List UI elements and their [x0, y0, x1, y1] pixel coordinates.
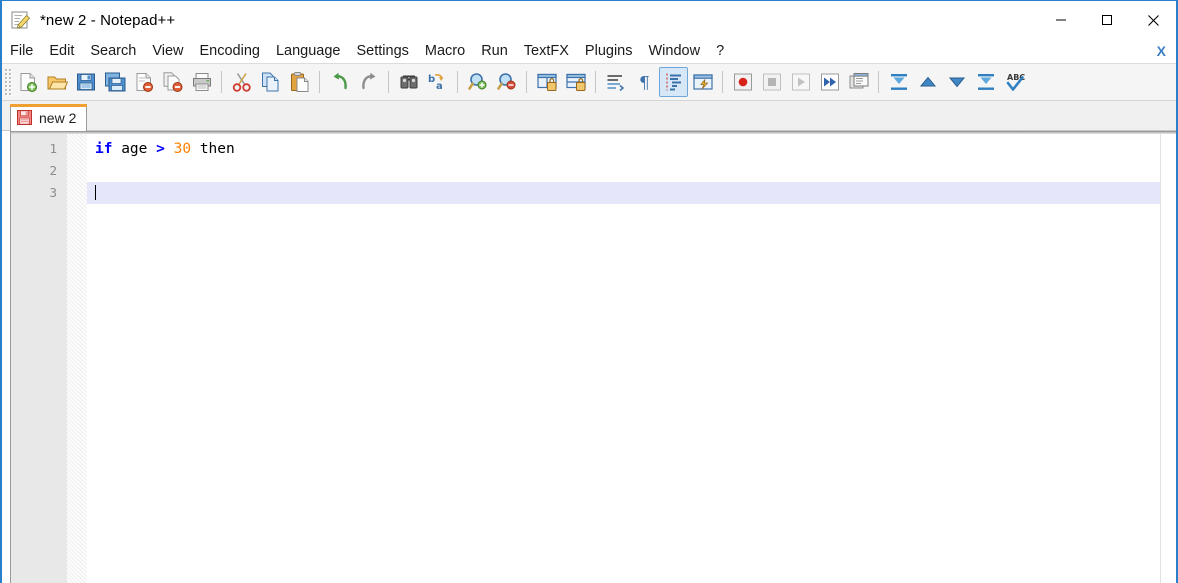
- macro-run-multiple-icon[interactable]: [815, 67, 844, 97]
- token-number-30: 30: [173, 141, 192, 157]
- close-file-icon[interactable]: [129, 67, 158, 97]
- new-file-icon[interactable]: [13, 67, 42, 97]
- spell-check-icon[interactable]: ABC: [1000, 67, 1029, 97]
- line-number: 1: [49, 141, 57, 156]
- menu-macro[interactable]: Macro: [417, 39, 473, 63]
- show-all-characters-icon[interactable]: ¶: [630, 67, 659, 97]
- svg-text:a: a: [436, 81, 443, 92]
- toolbar-separator: [388, 71, 389, 93]
- code-content[interactable]: if age > 30 then: [87, 132, 1176, 583]
- fold-level-up-icon[interactable]: [913, 67, 942, 97]
- tab-bar: new 2: [2, 101, 1176, 131]
- notepad-plus-plus-icon: [10, 9, 32, 31]
- menu-search[interactable]: Search: [82, 39, 144, 63]
- macro-play-icon[interactable]: [786, 67, 815, 97]
- toolbar-separator: [595, 71, 596, 93]
- code-line-1[interactable]: if age > 30 then: [87, 138, 1176, 160]
- close-document-button[interactable]: X: [1157, 41, 1166, 61]
- collapse-all-icon[interactable]: [884, 67, 913, 97]
- toolbar: b a ¶ ABC: [2, 64, 1176, 101]
- menu-help[interactable]: ?: [708, 39, 732, 63]
- user-defined-dialog-icon[interactable]: [688, 67, 717, 97]
- sync-vertical-scroll-icon[interactable]: [532, 67, 561, 97]
- expand-all-icon[interactable]: [971, 67, 1000, 97]
- svg-text:¶: ¶: [639, 74, 650, 94]
- close-all-files-icon[interactable]: [158, 67, 187, 97]
- menu-language[interactable]: Language: [268, 39, 349, 63]
- replace-icon[interactable]: b a: [423, 67, 452, 97]
- toolbar-separator: [878, 71, 879, 93]
- menu-view[interactable]: View: [144, 39, 191, 63]
- notepad-plus-plus-window: *new 2 - Notepad++ File Edit Search View…: [0, 0, 1178, 583]
- tab-new-2[interactable]: new 2: [10, 104, 88, 131]
- menu-file[interactable]: File: [2, 39, 41, 63]
- close-button[interactable]: [1130, 1, 1176, 39]
- minimize-button[interactable]: [1038, 1, 1084, 39]
- toolbar-separator: [221, 71, 222, 93]
- line-number: 2: [49, 163, 57, 178]
- word-wrap-icon[interactable]: [601, 67, 630, 97]
- menu-plugins[interactable]: Plugins: [577, 39, 641, 63]
- sync-horizontal-scroll-icon[interactable]: [561, 67, 590, 97]
- window-controls: [1038, 1, 1176, 39]
- maximize-button[interactable]: [1084, 1, 1130, 39]
- macro-stop-icon[interactable]: [757, 67, 786, 97]
- fold-margin[interactable]: [67, 132, 87, 583]
- line-number: 3: [49, 185, 57, 200]
- code-line-3[interactable]: [87, 182, 1176, 204]
- window-title: *new 2 - Notepad++: [40, 11, 176, 29]
- fold-level-down-icon[interactable]: [942, 67, 971, 97]
- save-icon[interactable]: [71, 67, 100, 97]
- macro-record-icon[interactable]: [728, 67, 757, 97]
- title-bar: *new 2 - Notepad++: [2, 1, 1176, 39]
- zoom-out-icon[interactable]: [492, 67, 521, 97]
- unsaved-floppy-icon: [17, 110, 32, 125]
- code-line-2[interactable]: [87, 160, 1176, 182]
- find-icon[interactable]: [394, 67, 423, 97]
- menu-edit[interactable]: Edit: [41, 39, 82, 63]
- line-number-gutter: 1 2 3: [11, 132, 67, 583]
- redo-icon[interactable]: [354, 67, 383, 97]
- menu-textfx[interactable]: TextFX: [516, 39, 577, 63]
- menu-bar: File Edit Search View Encoding Language …: [2, 39, 1176, 64]
- indent-guide-icon[interactable]: [659, 67, 688, 97]
- menu-settings[interactable]: Settings: [348, 39, 416, 63]
- editor-area[interactable]: 1 2 3 if age > 30 then: [10, 131, 1176, 583]
- toolbar-separator: [722, 71, 723, 93]
- token-identifier-then: then: [199, 141, 235, 157]
- save-all-icon[interactable]: [100, 67, 129, 97]
- zoom-in-icon[interactable]: [463, 67, 492, 97]
- open-file-icon[interactable]: [42, 67, 71, 97]
- svg-text:b: b: [428, 74, 435, 85]
- toolbar-separator: [457, 71, 458, 93]
- paste-icon[interactable]: [285, 67, 314, 97]
- toolbar-grip[interactable]: [4, 68, 12, 96]
- cut-icon[interactable]: [227, 67, 256, 97]
- tab-label: new 2: [39, 109, 77, 126]
- toolbar-separator: [526, 71, 527, 93]
- token-operator-gt: >: [156, 141, 165, 157]
- menu-run[interactable]: Run: [473, 39, 516, 63]
- menu-encoding[interactable]: Encoding: [192, 39, 268, 63]
- undo-icon[interactable]: [325, 67, 354, 97]
- print-icon[interactable]: [187, 67, 216, 97]
- toolbar-separator: [319, 71, 320, 93]
- macro-save-icon[interactable]: [844, 67, 873, 97]
- vertical-scrollbar[interactable]: [1160, 132, 1176, 583]
- token-identifier-age: age: [121, 141, 148, 157]
- tab-active-marker: [10, 104, 88, 107]
- text-caret: [95, 185, 96, 200]
- menu-window[interactable]: Window: [640, 39, 708, 63]
- copy-icon[interactable]: [256, 67, 285, 97]
- token-keyword-if: if: [95, 141, 113, 157]
